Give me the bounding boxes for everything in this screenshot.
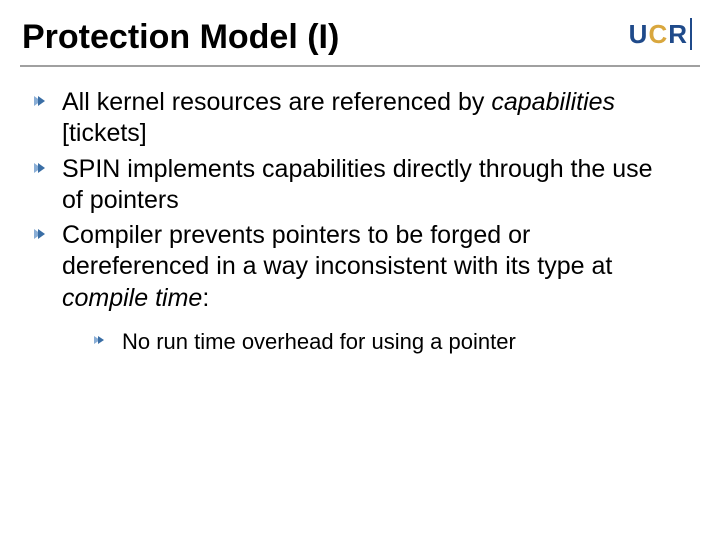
title-divider [20,65,700,67]
slide-title: Protection Model (I) [22,18,339,57]
bullet-text: No run time overhead for using a pointer [122,329,516,354]
slide-content: All kernel resources are referenced by c… [0,87,720,356]
list-item: SPIN implements capabilities directly th… [32,154,680,217]
logo-letter-u: U [629,19,649,50]
list-item: All kernel resources are referenced by c… [32,87,680,150]
logo-letter-r: R [668,19,688,50]
bullet-emphasis: compile time [62,284,202,312]
bullet-text: Compiler prevents pointers to be forged … [62,221,612,280]
logo-bar-icon [690,18,692,50]
logo-letter-c: C [648,19,668,50]
bullet-text: All kernel resources are referenced by [62,88,491,116]
bullet-text: SPIN implements capabilities directly th… [62,155,653,214]
ucr-logo: UCR [629,18,692,50]
bullet-emphasis: capabilities [491,88,615,116]
list-item: Compiler prevents pointers to be forged … [32,220,680,356]
sub-bullet-list: No run time overhead for using a pointer [92,328,680,357]
bullet-list: All kernel resources are referenced by c… [32,87,680,356]
bullet-text: [tickets] [62,119,147,147]
bullet-text: : [202,284,209,312]
list-item: No run time overhead for using a pointer [92,328,680,357]
